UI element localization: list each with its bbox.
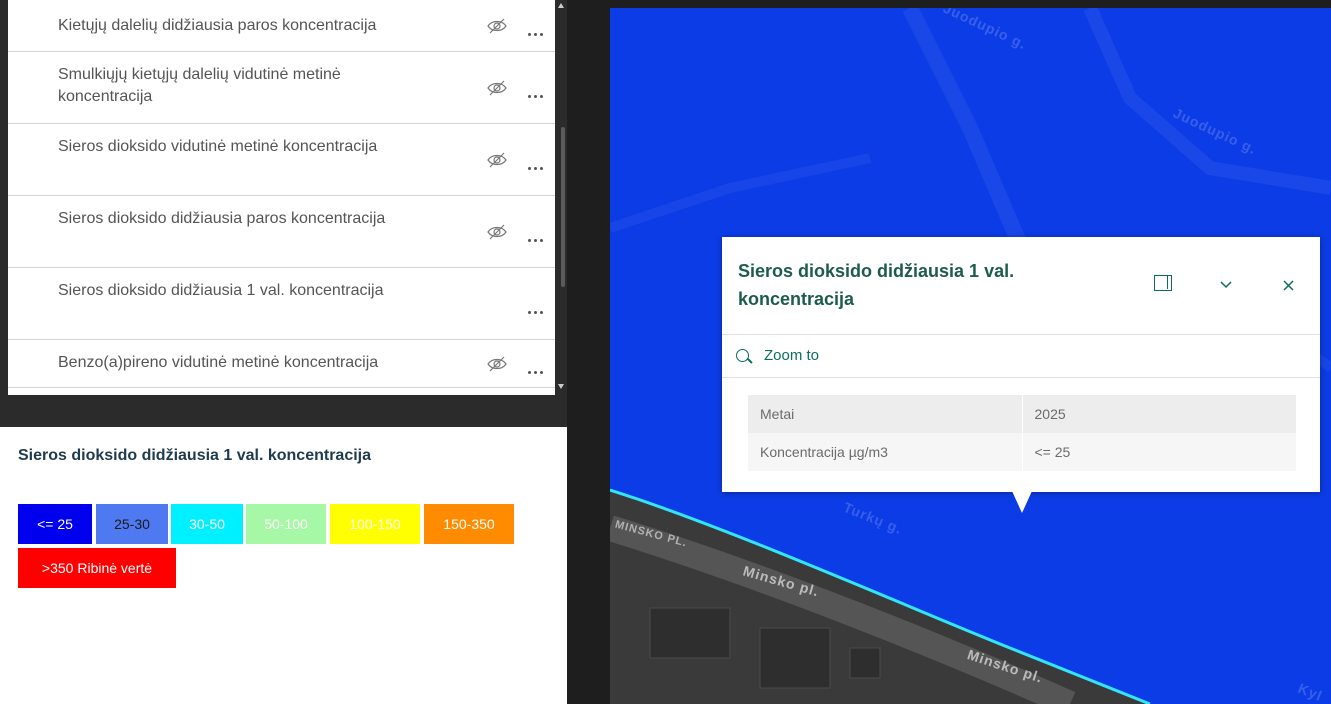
legend-swatch: 25-30 (96, 504, 168, 544)
layer-title: Sieros dioksido vidutinė metinė koncentr… (58, 138, 378, 155)
legend-swatch: 100-150 (330, 504, 420, 544)
more-options-icon[interactable] (528, 23, 552, 36)
legend-swatch: <= 25 (18, 504, 92, 544)
layer-title: Kietųjų dalelių didžiausia paros koncent… (58, 17, 377, 34)
layer-row-4[interactable]: Sieros dioksido didžiausia paros koncent… (8, 196, 555, 268)
eye-off-icon[interactable] (486, 18, 508, 34)
legend-swatch-label: >350 Ribinė vertė (41, 560, 153, 576)
layer-title: Benzo(a)pireno vidutinė metinė koncentra… (58, 354, 379, 371)
layer-list-panel: Kietųjų dalelių didžiausia paros koncent… (0, 0, 567, 395)
field-name: Koncentracija µg/m3 (748, 433, 1023, 471)
table-row: Koncentracija µg/m3 <= 25 (748, 433, 1296, 471)
legend-swatch: 30-50 (171, 504, 243, 544)
zoom-in-icon (736, 349, 749, 362)
more-options-icon[interactable] (528, 229, 552, 242)
table-row: Metai 2025 (748, 395, 1296, 433)
layer-list: Kietųjų dalelių didžiausia paros koncent… (8, 0, 555, 395)
legend-swatch: >350 Ribinė vertė (18, 548, 176, 588)
popup-pointer (1012, 491, 1032, 513)
field-value: 2025 (1022, 395, 1296, 433)
chevron-down-icon[interactable] (1220, 281, 1232, 289)
legend-swatch-label: <= 25 (37, 516, 73, 532)
attribute-table: Metai 2025 Koncentracija µg/m3 <= 25 (748, 395, 1296, 471)
legend-title: Sieros dioksido didžiausia 1 val. koncen… (18, 447, 372, 464)
zoom-to-action[interactable]: Zoom to (722, 336, 1320, 378)
scroll-down-icon[interactable] (558, 384, 564, 389)
eye-off-icon[interactable] (486, 152, 508, 168)
eye-off-icon[interactable] (486, 80, 508, 96)
feature-popup: Sieros dioksido didžiausia 1 val. koncen… (722, 237, 1320, 492)
popup-header: Sieros dioksido didžiausia 1 val. koncen… (722, 237, 1320, 335)
legend-swatch-label: 25-30 (114, 516, 150, 532)
legend-swatch-label: 150-350 (443, 516, 495, 532)
layer-row-2[interactable]: Smulkiųjų kietųjų dalelių vidutinė metin… (8, 52, 555, 124)
eye-off-icon[interactable] (486, 356, 508, 372)
legend-panel: Sieros dioksido didžiausia 1 val. koncen… (0, 427, 567, 704)
field-name: Metai (748, 395, 1023, 433)
more-options-icon[interactable] (528, 361, 552, 374)
scroll-up-icon[interactable] (558, 3, 564, 8)
legend-swatch: 150-350 (424, 504, 514, 544)
legend-swatch: 50-100 (246, 504, 326, 544)
layer-row-6[interactable]: Benzo(a)pireno vidutinė metinė koncentra… (8, 340, 555, 388)
legend-swatch-label: 100-150 (349, 516, 401, 532)
layer-title: Sieros dioksido didžiausia paros koncent… (58, 210, 386, 227)
eye-off-icon[interactable] (486, 224, 508, 240)
layer-title: Sieros dioksido didžiausia 1 val. koncen… (58, 282, 384, 299)
zoom-to-label: Zoom to (764, 347, 820, 364)
scrollbar-thumb[interactable] (561, 127, 565, 287)
map-top-border (567, 0, 1331, 8)
field-value: <= 25 (1022, 433, 1296, 471)
layer-row-5[interactable]: Sieros dioksido didžiausia 1 val. koncen… (8, 268, 555, 340)
layer-row-3[interactable]: Sieros dioksido vidutinė metinė koncentr… (8, 124, 555, 196)
dock-icon[interactable] (1154, 275, 1172, 291)
layer-title: Smulkiųjų kietųjų dalelių vidutinė metin… (58, 66, 341, 105)
more-options-icon[interactable] (528, 301, 552, 314)
map-side-border (567, 0, 610, 704)
layer-row-1[interactable]: Kietųjų dalelių didžiausia paros koncent… (8, 0, 555, 52)
more-options-icon[interactable] (528, 85, 552, 98)
more-options-icon[interactable] (528, 157, 552, 170)
legend-swatch-label: 30-50 (189, 516, 225, 532)
legend-swatch-label: 50-100 (264, 516, 308, 532)
popup-title: Sieros dioksido didžiausia 1 val. koncen… (738, 261, 1015, 309)
close-icon[interactable] (1283, 280, 1294, 291)
